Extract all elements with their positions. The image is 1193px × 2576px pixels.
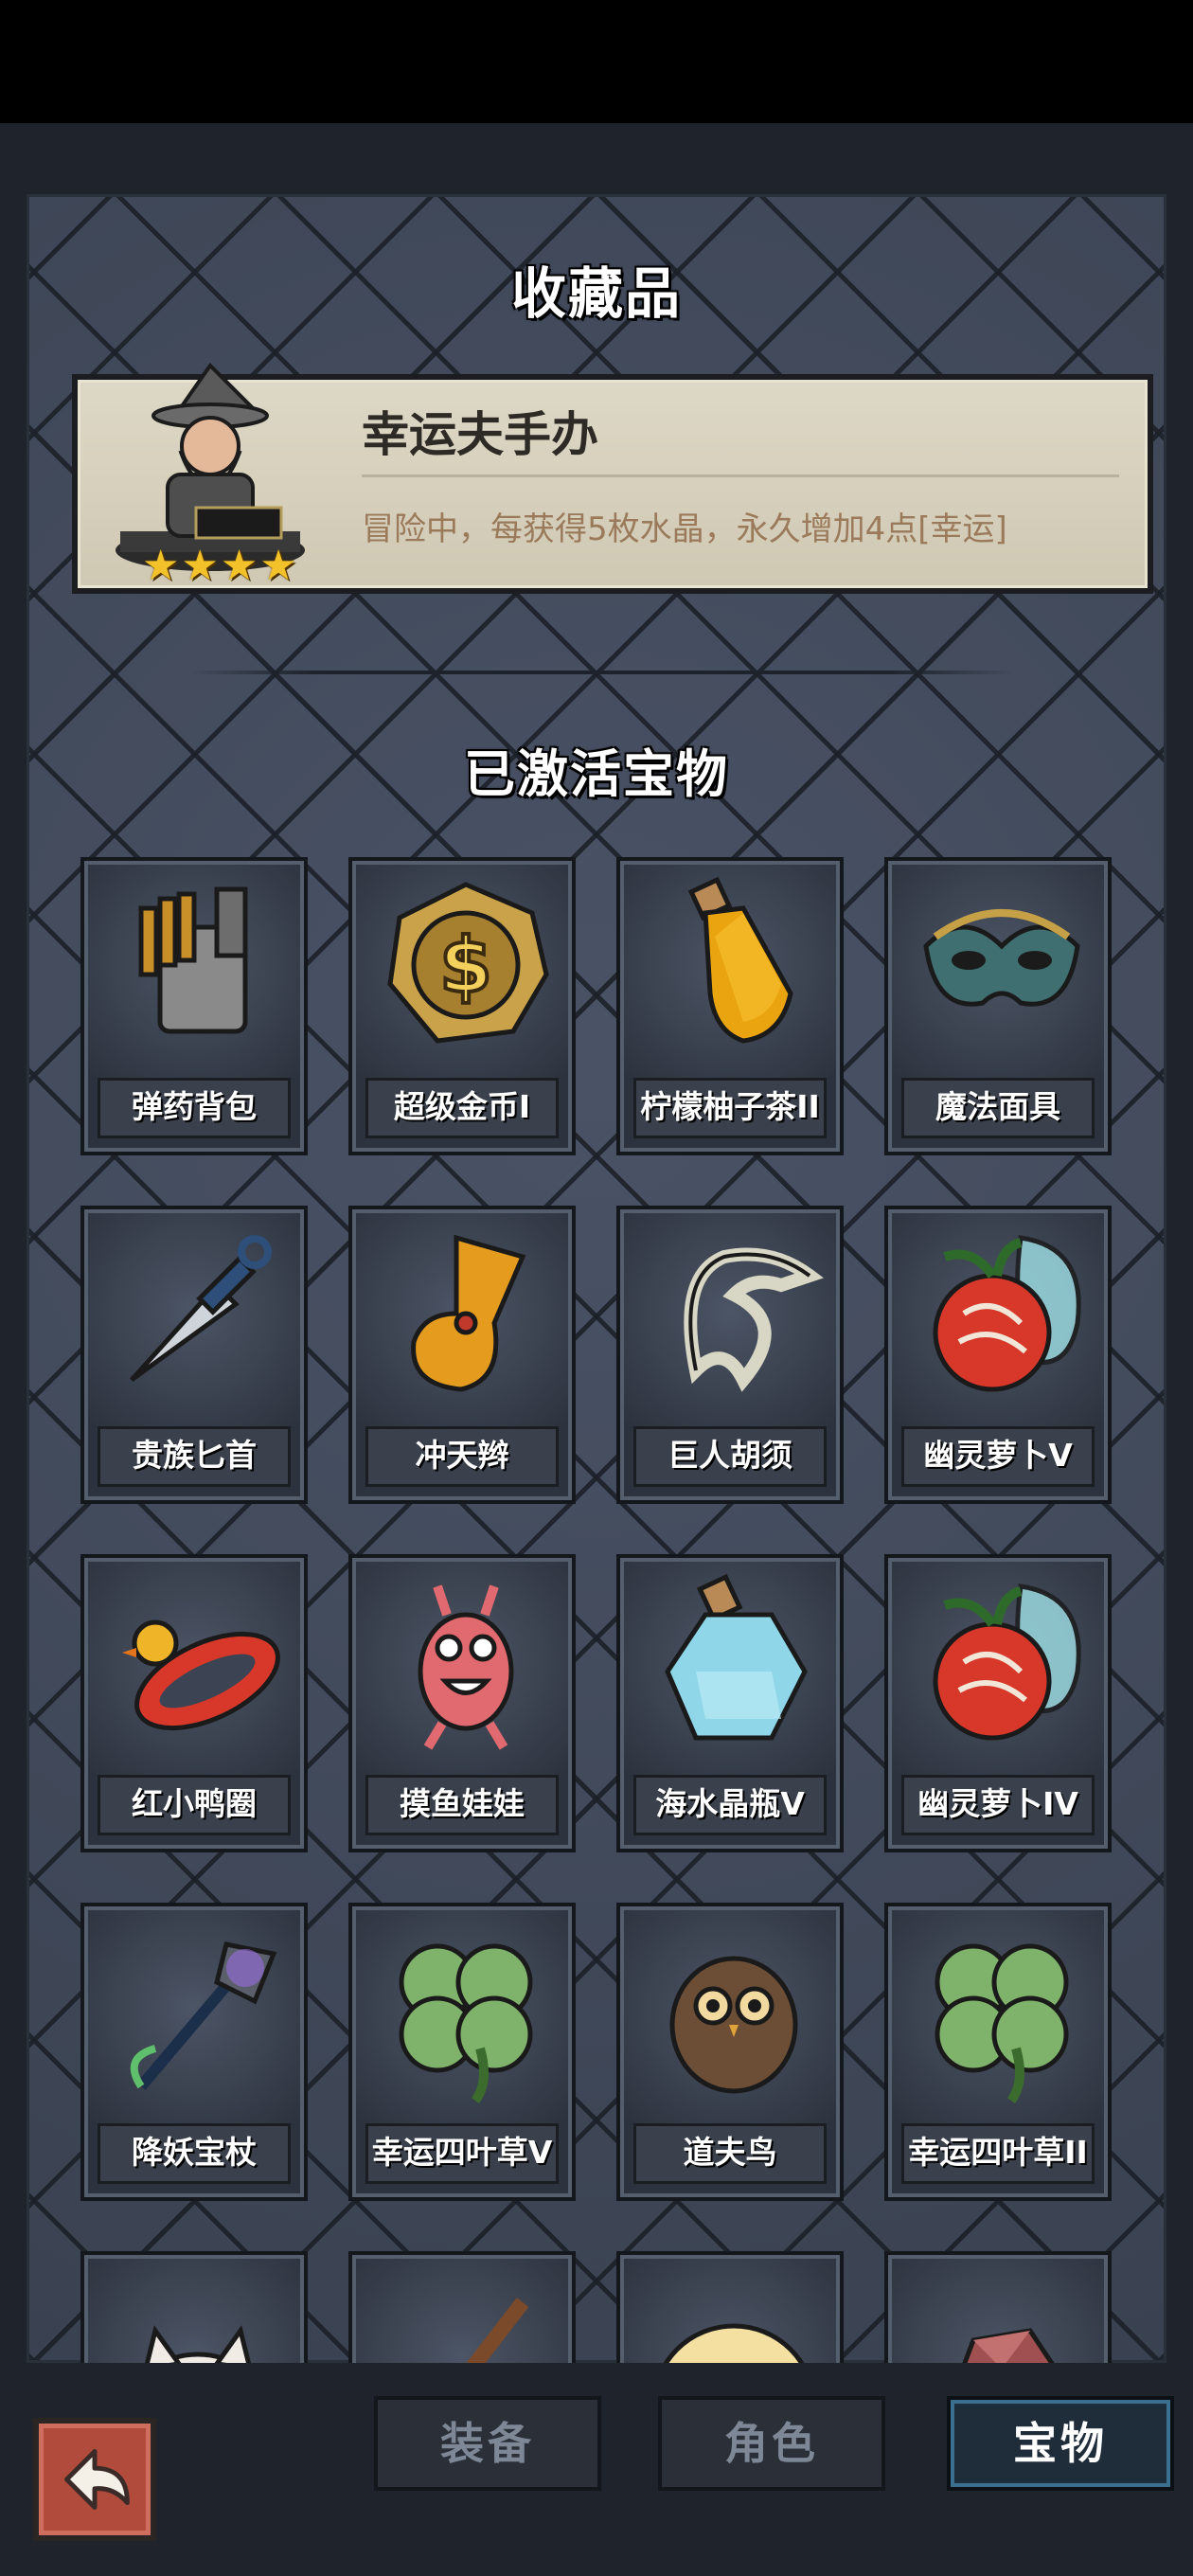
treasure-item[interactable] xyxy=(884,2251,1112,2363)
tab-equipment[interactable]: 装备 xyxy=(374,2396,601,2491)
ponytail-icon xyxy=(411,1234,526,1392)
treasure-label: 幽灵萝卜IV xyxy=(901,1775,1095,1835)
tab-character[interactable]: 角色 xyxy=(658,2396,885,2491)
star-icon: ★ xyxy=(220,542,258,590)
treasure-item[interactable]: 魔法面具 xyxy=(884,857,1112,1155)
crystal-bottle-icon xyxy=(665,1573,808,1741)
treasure-label: 超级金币I xyxy=(365,1078,559,1138)
rating-stars: ★ ★ ★ ★ xyxy=(142,546,297,587)
treasure-label: 摸鱼娃娃 xyxy=(365,1775,559,1835)
treasure-item[interactable]: 道夫鸟 xyxy=(616,1903,844,2201)
treasure-label: 柠檬柚子茶II xyxy=(633,1078,827,1138)
swim-ring-icon xyxy=(122,1619,280,1731)
ammo-bag-icon xyxy=(138,886,248,1034)
collection-title: 收藏品 xyxy=(510,261,682,326)
treasure-item[interactable]: 贵族匕首 xyxy=(80,1206,308,1504)
treasure-item[interactable]: 红小鸭圈 xyxy=(80,1554,308,1852)
treasure-label: 红小鸭圈 xyxy=(98,1775,291,1835)
treasure-item[interactable]: 降妖宝杖 xyxy=(80,1903,308,2201)
treasure-label: 海水晶瓶V xyxy=(633,1775,827,1835)
back-arrow-icon xyxy=(64,2449,130,2510)
treasure-label: 道夫鸟 xyxy=(633,2123,827,2184)
section-divider xyxy=(190,671,1014,674)
treasure-label: 冲天辫 xyxy=(365,1426,559,1487)
gem-rock-icon xyxy=(962,2328,1055,2363)
brush-icon xyxy=(466,2298,529,2363)
treasure-item[interactable]: 摸鱼娃娃 xyxy=(348,1554,576,1852)
back-button[interactable] xyxy=(33,2418,156,2541)
lucky-cat-icon xyxy=(144,2325,252,2363)
gold-coin-icon: $ xyxy=(387,882,549,1044)
staff-icon xyxy=(130,1941,277,2090)
collectible-description: 冒险中，每获得5枚水晶，永久增加4点[幸运] xyxy=(362,510,1007,548)
star-icon: ★ xyxy=(181,542,219,590)
treasure-label: 降妖宝杖 xyxy=(98,2123,291,2184)
treasure-item[interactable]: 幸运四叶草V xyxy=(348,1903,576,2201)
collectible-card[interactable]: ★ ★ ★ ★ 幸运夫手办 冒险中，每获得5枚水晶，永久增加4点[幸运] xyxy=(72,362,1153,594)
donut-icon xyxy=(663,2323,805,2363)
treasure-item[interactable] xyxy=(616,2251,844,2363)
status-bar xyxy=(0,0,1193,123)
treasure-item[interactable]: $ 超级金币I xyxy=(348,857,576,1155)
clover-icon xyxy=(935,1943,1069,2103)
treasure-item[interactable] xyxy=(348,2251,576,2363)
tab-treasure[interactable]: 宝物 xyxy=(947,2396,1174,2491)
beard-icon xyxy=(684,1247,824,1392)
treasure-label: 巨人胡须 xyxy=(633,1426,827,1487)
collectible-name: 幸运夫手办 xyxy=(362,407,598,462)
treasure-item[interactable]: 冲天辫 xyxy=(348,1206,576,1504)
star-icon: ★ xyxy=(142,542,180,590)
ghost-radish-icon xyxy=(933,1235,1081,1392)
treasure-label: 弹药背包 xyxy=(98,1078,291,1138)
dagger-icon xyxy=(130,1235,272,1383)
active-treasures-title: 已激活宝物 xyxy=(464,744,729,804)
treasure-item[interactable]: 弹药背包 xyxy=(80,857,308,1155)
treasure-item[interactable]: 海水晶瓶V xyxy=(616,1554,844,1852)
magic-mask-icon xyxy=(923,909,1080,1007)
treasure-label: 贵族匕首 xyxy=(98,1426,291,1487)
ghost-radish-icon xyxy=(933,1583,1081,1741)
treasure-label: 幸运四叶草II xyxy=(901,2123,1095,2184)
treasure-item[interactable]: 幸运四叶草II xyxy=(884,1903,1112,2201)
treasure-item[interactable]: 柠檬柚子茶II xyxy=(616,857,844,1155)
treasure-label: 魔法面具 xyxy=(901,1078,1095,1138)
lemon-tea-bottle-icon xyxy=(687,876,793,1044)
treasure-label: 幽灵萝卜V xyxy=(901,1426,1095,1487)
svg-text:$: $ xyxy=(439,921,492,1010)
treasure-item[interactable] xyxy=(80,2251,308,2363)
card-divider xyxy=(362,474,1119,477)
fish-doll-icon xyxy=(418,1584,514,1750)
clover-icon xyxy=(399,1943,533,2103)
star-icon: ★ xyxy=(259,542,297,590)
treasure-item[interactable]: 巨人胡须 xyxy=(616,1206,844,1504)
treasure-item[interactable]: 幽灵萝卜V xyxy=(884,1206,1112,1504)
treasure-item[interactable]: 幽灵萝卜IV xyxy=(884,1554,1112,1852)
owl-icon xyxy=(669,1956,798,2094)
treasure-label: 幸运四叶草V xyxy=(365,2123,559,2184)
